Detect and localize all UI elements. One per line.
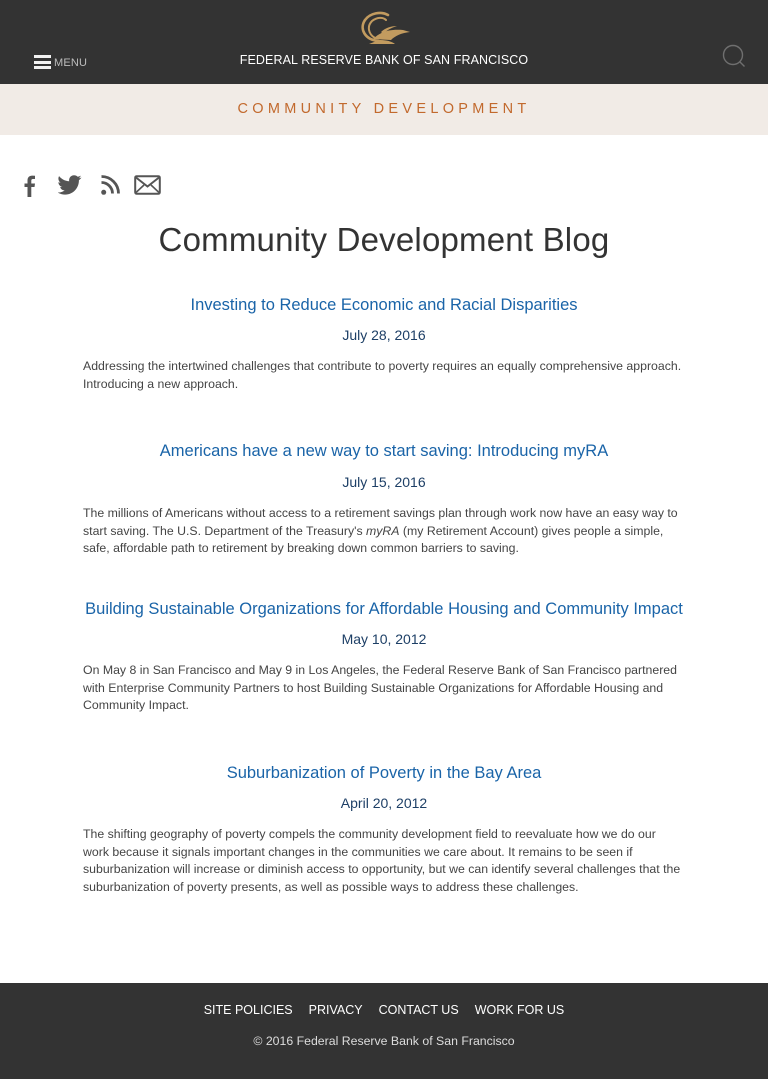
twitter-icon[interactable] <box>58 175 82 199</box>
post-excerpt: The millions of Americans without access… <box>83 505 683 558</box>
post-date: July 15, 2016 <box>342 474 426 490</box>
rss-icon[interactable] <box>101 175 120 199</box>
post-excerpt: On May 8 in San Francisco and May 9 in L… <box>83 663 677 713</box>
email-icon[interactable] <box>134 175 161 199</box>
footer-link-privacy[interactable]: PRIVACY <box>309 1003 363 1017</box>
footer-nav: SITE POLICIES PRIVACY CONTACT US WORK FO… <box>0 1003 768 1017</box>
site-footer <box>0 983 768 1079</box>
post-date: April 20, 2012 <box>340 795 428 811</box>
copyright: © 2016 Federal Reserve Bank of San Franc… <box>253 1034 515 1048</box>
post-excerpt: Addressing the intertwined challenges th… <box>83 359 682 391</box>
post-date: July 28, 2016 <box>342 327 426 343</box>
footer-link-contact-us[interactable]: CONTACT US <box>379 1003 459 1017</box>
footer-link-site-policies[interactable]: SITE POLICIES <box>204 1003 293 1017</box>
post-date: May 10, 2012 <box>341 631 427 647</box>
post-title[interactable]: Building Sustainable Organizations for A… <box>0 600 768 619</box>
eagle-logo-icon[interactable] <box>355 8 413 48</box>
facebook-icon[interactable] <box>24 175 36 199</box>
post-title[interactable]: Investing to Reduce Economic and Racial … <box>0 296 768 315</box>
search-icon[interactable] <box>722 44 746 68</box>
footer-link-work-for-us[interactable]: WORK FOR US <box>475 1003 565 1017</box>
bank-name[interactable]: FEDERAL RESERVE BANK OF SAN FRANCISCO <box>0 53 768 67</box>
post-excerpt: The shifting geography of poverty compel… <box>83 827 681 895</box>
page-title: Community Development Blog <box>158 221 610 258</box>
post-title[interactable]: Suburbanization of Poverty in the Bay Ar… <box>0 764 768 783</box>
post-excerpt-emphasis: myRA <box>366 523 400 538</box>
post-title[interactable]: Americans have a new way to start saving… <box>0 442 768 461</box>
section-title[interactable]: COMMUNITY DEVELOPMENT <box>0 101 768 117</box>
